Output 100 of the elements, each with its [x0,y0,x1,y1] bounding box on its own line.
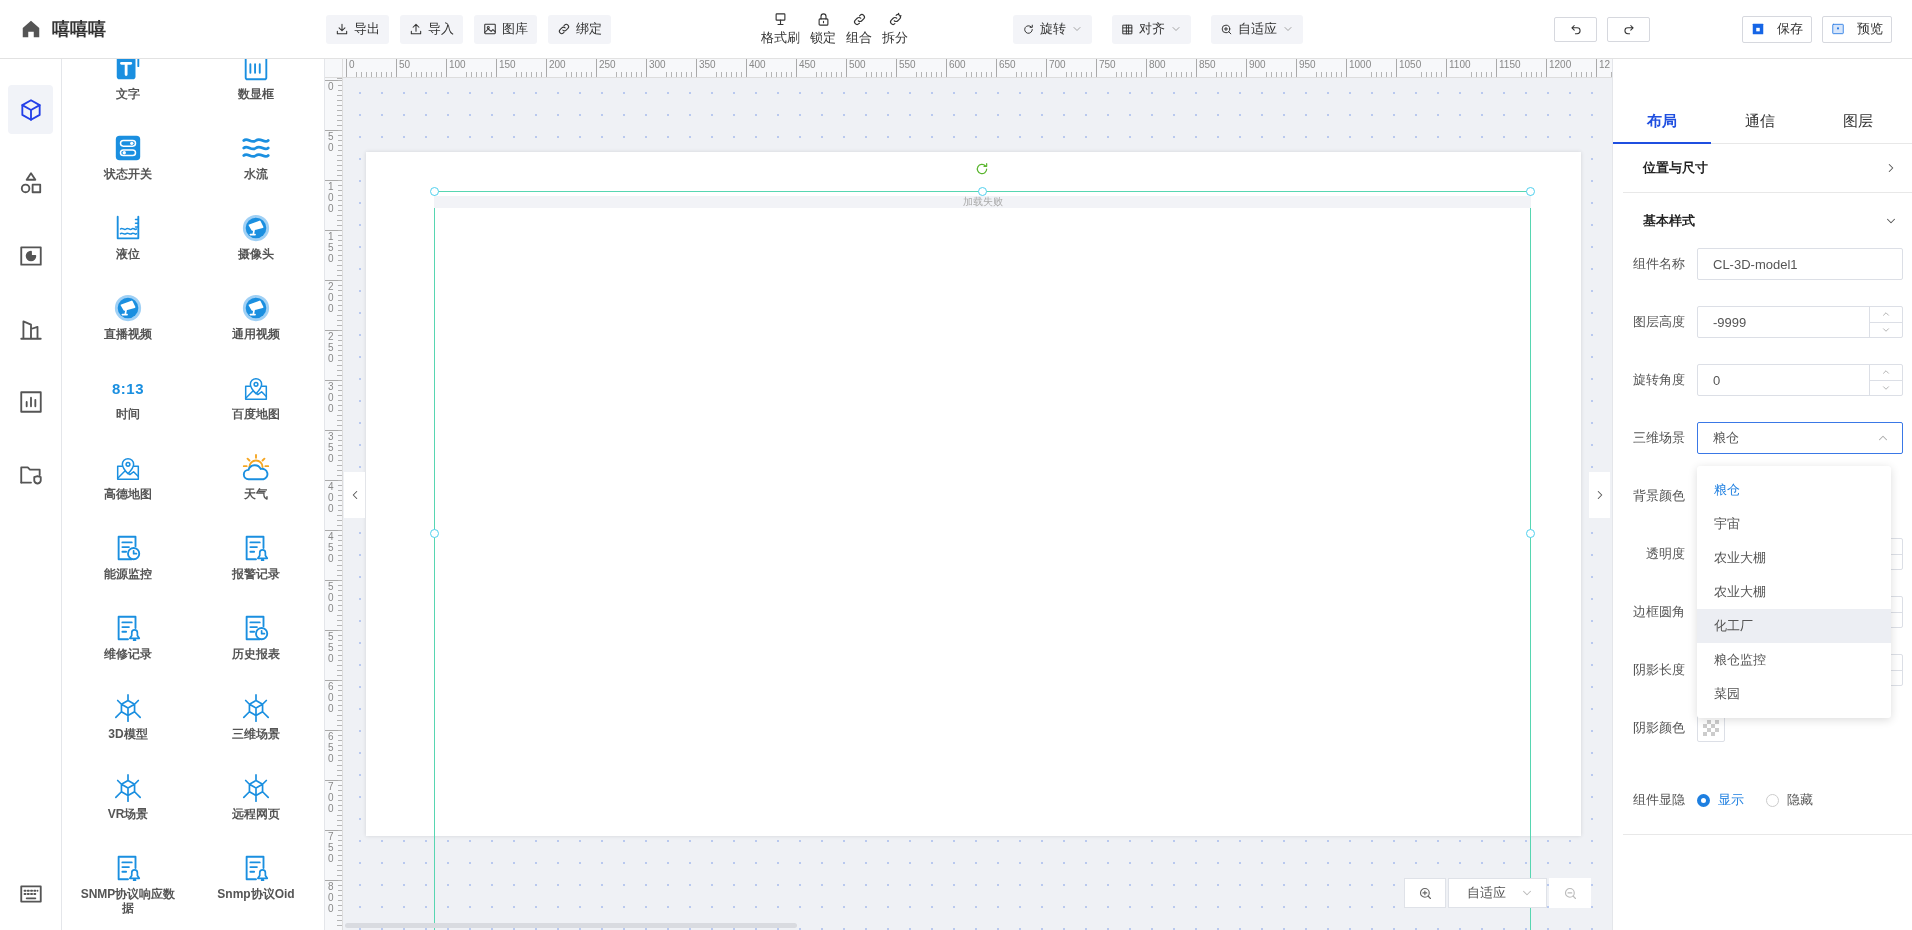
component-label[interactable]: 水流 [244,168,268,182]
section-header[interactable]: 位置与尺寸 [1623,144,1912,193]
field-label: 阴影颜色 [1632,719,1685,737]
component-label[interactable]: 报警记录 [232,568,280,582]
ruler-label: 12 [1596,59,1611,77]
dropdown-option[interactable]: 粮仓 [1697,473,1891,507]
dropdown-option[interactable]: 粮仓监控 [1697,643,1891,677]
ruler-label: 350 [696,59,716,77]
ruler-label: 800 [325,880,338,914]
dropdown-option[interactable]: 宇宙 [1697,507,1891,541]
panel-tab[interactable]: 布局 [1613,100,1711,144]
dropdown-option[interactable]: 菜园 [1697,677,1891,711]
toolbar-button[interactable]: 导入 [400,14,463,44]
panel-tab[interactable]: 图层 [1809,100,1907,144]
load-status: 加载失败 [962,196,1003,208]
ruler-label: 800 [1146,59,1166,77]
component-label[interactable]: 高德地图 [104,488,152,502]
component-label[interactable]: 时间 [116,408,140,422]
ruler-label: 650 [325,730,338,764]
ruler-label: 1200 [1546,59,1572,77]
component-label[interactable]: 通用视频 [232,328,280,342]
ruler-label: 350 [325,430,338,464]
ruler-label: 1150 [1496,59,1521,77]
dropdown-button[interactable]: 自适应 [1211,14,1303,44]
field-label: 旋转角度 [1632,371,1685,389]
ruler-label: 1000 [1346,59,1372,77]
component-label[interactable]: 直播视频 [104,328,152,342]
ruler-label: 0 [346,59,355,77]
field-label: 阴影长度 [1632,661,1685,679]
field-label: 组件名称 [1632,255,1685,273]
ruler-label: 450 [796,59,816,77]
text-field[interactable]: CL-3D-model1 [1697,248,1903,280]
ruler-label: 500 [846,59,866,77]
toolbar-tool[interactable]: 格式刷 [757,11,804,47]
dropdown-button[interactable]: 对齐 [1112,14,1191,44]
ruler-label: 550 [896,59,916,77]
toolbar-button[interactable]: 图库 [474,14,537,44]
ruler-label: 700 [325,780,338,814]
ruler-label: 700 [1046,59,1066,77]
component-label[interactable]: Snmp协议Oid [217,888,295,902]
action-button[interactable]: 保存 [1742,15,1812,43]
ruler-label: 600 [946,59,966,77]
component-label[interactable]: 数显框 [238,88,274,102]
ruler-label: 600 [325,680,338,714]
toolbar-button[interactable]: 绑定 [548,14,611,44]
ruler-label: 200 [325,280,338,314]
number-field[interactable]: -9999 [1697,306,1903,338]
toolbar-tool[interactable]: 拆分 [878,11,912,47]
ruler-label: 50 [325,130,338,153]
action-button[interactable]: 预览 [1822,15,1892,43]
component-label[interactable]: 文字 [116,88,140,102]
field-label: 边框圆角 [1632,603,1685,621]
ruler-label: 400 [746,59,766,77]
section-header[interactable]: 基本样式 [1623,193,1912,248]
component-label[interactable]: 3D模型 [108,728,148,742]
component-label[interactable]: 三维场景 [232,728,280,742]
toolbar-tool[interactable]: 锁定 [806,11,840,47]
component-label[interactable]: 状态开关 [104,168,152,182]
ruler-label: 150 [496,59,516,77]
toolbar-tool[interactable]: 组合 [842,11,876,47]
ruler-label: 450 [325,530,338,564]
ruler-label: 750 [1096,59,1116,77]
dropdown-button[interactable]: 旋转 [1013,14,1092,44]
component-label[interactable]: 维修记录 [104,648,152,662]
ruler-label: 100 [325,180,338,214]
ruler-label: 0 [325,80,338,92]
component-label[interactable]: 远程网页 [232,808,280,822]
ruler-label: 1050 [1396,59,1422,77]
zoom-select[interactable]: 自适应 [1448,878,1547,908]
field-label: 组件显隐 [1632,791,1685,809]
ruler-label: 500 [325,580,338,614]
ruler-label: 550 [325,630,338,664]
field-label: 三维场景 [1632,429,1685,447]
panel-tab[interactable]: 通信 [1711,100,1809,144]
ruler-label: 650 [996,59,1016,77]
dropdown-option[interactable]: 农业大棚 [1697,575,1891,609]
ruler-label: 1100 [1446,59,1471,77]
component-label[interactable]: VR场景 [107,808,149,822]
component-label[interactable]: 历史报表 [232,648,280,662]
ruler-label: 50 [396,59,411,77]
ruler-label: 100 [446,59,466,77]
field-label: 图层高度 [1632,313,1685,331]
field-label: 透明度 [1645,545,1685,563]
number-field[interactable]: 0 [1697,364,1903,396]
radio-option[interactable]: 显示 [1697,791,1744,809]
dropdown-option[interactable]: 化工厂 [1697,609,1891,643]
component-label[interactable]: 百度地图 [232,408,280,422]
component-label[interactable]: SNMP协议响应数据 [76,888,180,916]
toolbar-button[interactable]: 导出 [326,14,389,44]
ruler-label: 300 [646,59,666,77]
field-label: 背景颜色 [1632,487,1685,505]
ruler-label: 150 [325,230,338,264]
component-label[interactable]: 天气 [244,488,268,502]
component-label[interactable]: 液位 [116,248,140,262]
radio-option[interactable]: 隐藏 [1766,791,1813,809]
ruler-label: 750 [325,830,338,864]
component-label[interactable]: 能源监控 [104,568,152,582]
dropdown-option[interactable]: 农业大棚 [1697,541,1891,575]
component-label[interactable]: 摄像头 [238,248,274,262]
time-readout-icon: 8:13 [112,379,144,397]
